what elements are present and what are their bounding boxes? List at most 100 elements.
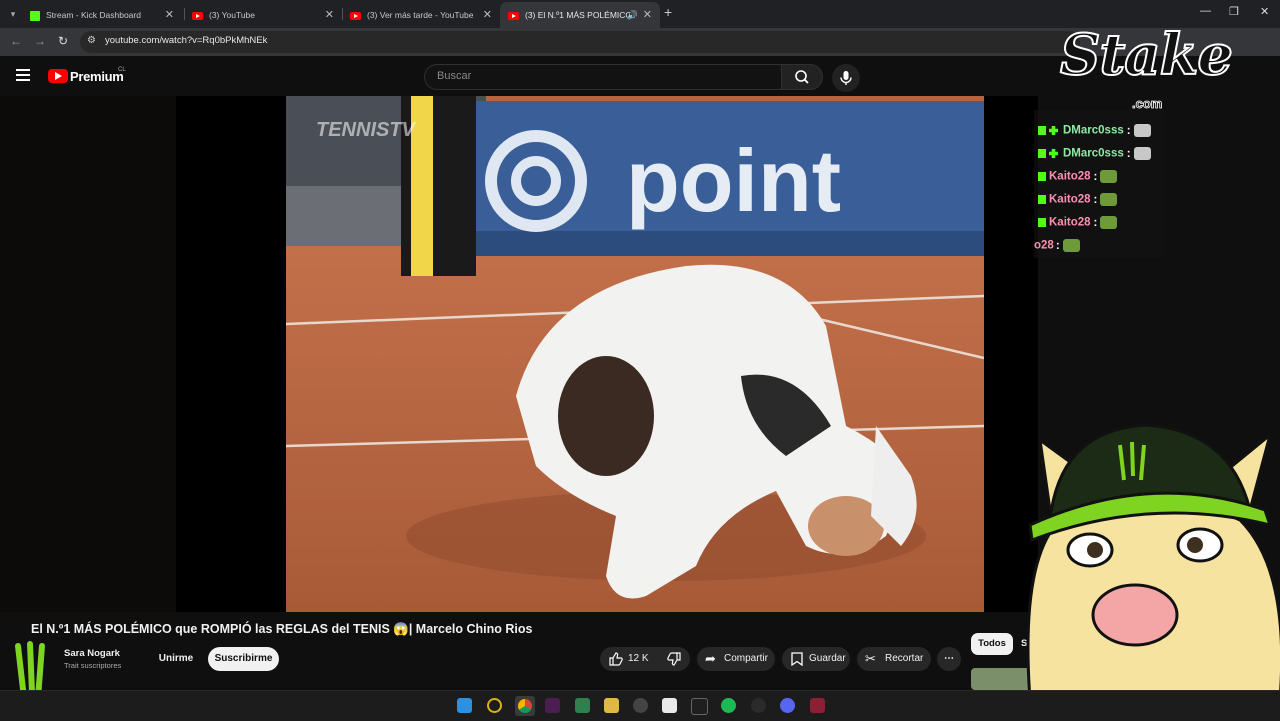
spotify-icon[interactable]	[721, 698, 736, 713]
app-icon[interactable]	[575, 698, 590, 713]
frog-emote-icon	[1100, 170, 1118, 183]
chat-separator: :	[1055, 239, 1060, 252]
like-button[interactable]	[608, 651, 624, 672]
thumbs-down-icon	[667, 652, 681, 666]
chip-all[interactable]: Todos	[971, 633, 1013, 655]
cat-emote-icon	[1133, 147, 1151, 160]
opera-icon[interactable]	[487, 698, 502, 713]
capcut-icon[interactable]	[662, 698, 677, 713]
join-button[interactable]: Unirme	[150, 647, 202, 671]
vlc-media-icon[interactable]	[545, 698, 560, 713]
close-icon[interactable]: ✕	[165, 2, 174, 28]
tab-title: Stream - Kick Dashboard	[46, 10, 141, 20]
tab-search-icon[interactable]: ▾	[6, 7, 20, 21]
video-title: El N.º1 MÁS POLÉMICO que ROMPIÓ las REGL…	[31, 622, 533, 636]
share-label: Compartir	[724, 653, 768, 664]
chat-user: o28	[1034, 239, 1054, 252]
chat-message: DMarc0sss:	[1038, 147, 1151, 160]
share-icon: ➦	[705, 651, 716, 666]
youtube-logo-text[interactable]: Premium	[70, 69, 124, 84]
minimize-icon[interactable]: —	[1200, 5, 1211, 17]
kick-badge-icon	[1038, 218, 1046, 227]
chat-separator: :	[1093, 193, 1098, 206]
streamer-cat-avatar	[1020, 410, 1280, 702]
thumbs-up-icon	[609, 652, 623, 666]
search-button[interactable]	[781, 64, 823, 90]
chat-separator: :	[1126, 147, 1131, 160]
chrome-active-icon[interactable]	[515, 696, 535, 716]
back-icon[interactable]: ←	[10, 34, 22, 48]
tab-kick-dashboard[interactable]: Stream - Kick Dashboard ✕	[22, 2, 182, 28]
youtube-logo-icon[interactable]	[48, 69, 68, 83]
windows-start-icon[interactable]	[457, 698, 472, 713]
new-tab-icon[interactable]: +	[664, 4, 672, 20]
frog-emote-icon	[1100, 216, 1118, 229]
tab-youtube-home[interactable]: (3) YouTube ✕	[184, 2, 342, 28]
close-icon[interactable]: ✕	[643, 2, 652, 28]
close-window-icon[interactable]: ✕	[1260, 5, 1269, 18]
kick-badge-icon	[1038, 195, 1046, 204]
like-count: 12 K	[628, 653, 649, 664]
obs-icon[interactable]	[633, 698, 648, 713]
url-text: youtube.com/watch?v=Rq0bPkMhNEk	[105, 35, 268, 46]
tab-watch-later[interactable]: (3) Ver más tarde - YouTube ✕	[342, 2, 500, 28]
chat-user: Kaito28	[1049, 193, 1091, 206]
app-icon[interactable]	[810, 698, 825, 713]
kick-badge-icon	[1038, 172, 1046, 181]
discord-icon[interactable]	[780, 698, 795, 713]
speaker-icon[interactable]: 🔊	[627, 2, 638, 28]
tab-title: (3) Ver más tarde - YouTube	[367, 10, 474, 20]
search-input[interactable]	[435, 69, 769, 83]
chat-message: Kaito28:	[1038, 170, 1118, 183]
reload-icon[interactable]: ↻	[58, 34, 68, 48]
chat-message: o28:	[1034, 239, 1080, 252]
app-icon[interactable]	[691, 698, 708, 715]
chat-user: Kaito28	[1049, 216, 1091, 229]
chat-user: DMarc0sss	[1063, 124, 1124, 137]
chat-separator: :	[1093, 170, 1098, 183]
windows-taskbar	[0, 690, 1280, 721]
more-actions-button[interactable]: ⋯	[937, 647, 961, 671]
kick-badge-icon	[1038, 149, 1046, 158]
subscriber-badge-icon	[1049, 149, 1058, 158]
youtube-icon	[192, 11, 203, 20]
menu-icon[interactable]	[16, 69, 30, 81]
chat-message: Kaito28:	[1038, 193, 1118, 206]
save-label: Guardar	[809, 653, 846, 664]
bookmark-icon	[791, 652, 803, 666]
video-frame[interactable]: point TENNISTV	[286, 96, 984, 612]
tab-title: (3) YouTube	[209, 10, 255, 20]
app-icon[interactable]	[751, 698, 766, 713]
address-bar[interactable]: ⚙ youtube.com/watch?v=Rq0bPkMhNEk	[80, 31, 1080, 53]
banner-text: point	[626, 131, 841, 230]
chat-separator: :	[1093, 216, 1098, 229]
save-button[interactable]: Guardar	[782, 647, 850, 671]
page-background	[0, 96, 176, 612]
channel-watermark: TENNISTV	[316, 119, 417, 141]
youtube-icon	[508, 11, 519, 20]
voice-search-button[interactable]	[832, 64, 860, 92]
subscribe-button[interactable]: Suscribirme	[208, 647, 279, 671]
share-button[interactable]: ➦ Compartir	[697, 647, 775, 671]
chat-user: DMarc0sss	[1063, 147, 1124, 160]
kick-badge-icon	[1038, 126, 1046, 135]
close-icon[interactable]: ✕	[325, 2, 334, 28]
chat-message: DMarc0sss:	[1038, 124, 1151, 137]
subscriber-badge-icon	[1049, 126, 1058, 135]
tab-title: (3) El N.º1 MÁS POLÉMICO	[525, 10, 633, 20]
close-icon[interactable]: ✕	[483, 2, 492, 28]
chat-message: Kaito28:	[1038, 216, 1118, 229]
forward-icon[interactable]: →	[34, 34, 46, 48]
restore-icon[interactable]: ❐	[1229, 5, 1239, 18]
search-icon	[795, 70, 809, 84]
sponsor-logo: Stake	[1059, 21, 1234, 89]
clip-button[interactable]: ✂ Recortar	[857, 647, 931, 671]
file-explorer-icon[interactable]	[604, 698, 619, 713]
chat-separator: :	[1126, 124, 1131, 137]
site-info-icon[interactable]: ⚙	[87, 35, 96, 46]
tab-current-video[interactable]: (3) El N.º1 MÁS POLÉMICO 🔊 ✕	[500, 2, 660, 28]
chat-user: Kaito28	[1049, 170, 1091, 183]
channel-name[interactable]: Sara Nogark	[64, 648, 120, 659]
scissors-icon: ✂	[865, 651, 876, 666]
dislike-button[interactable]	[666, 651, 682, 672]
